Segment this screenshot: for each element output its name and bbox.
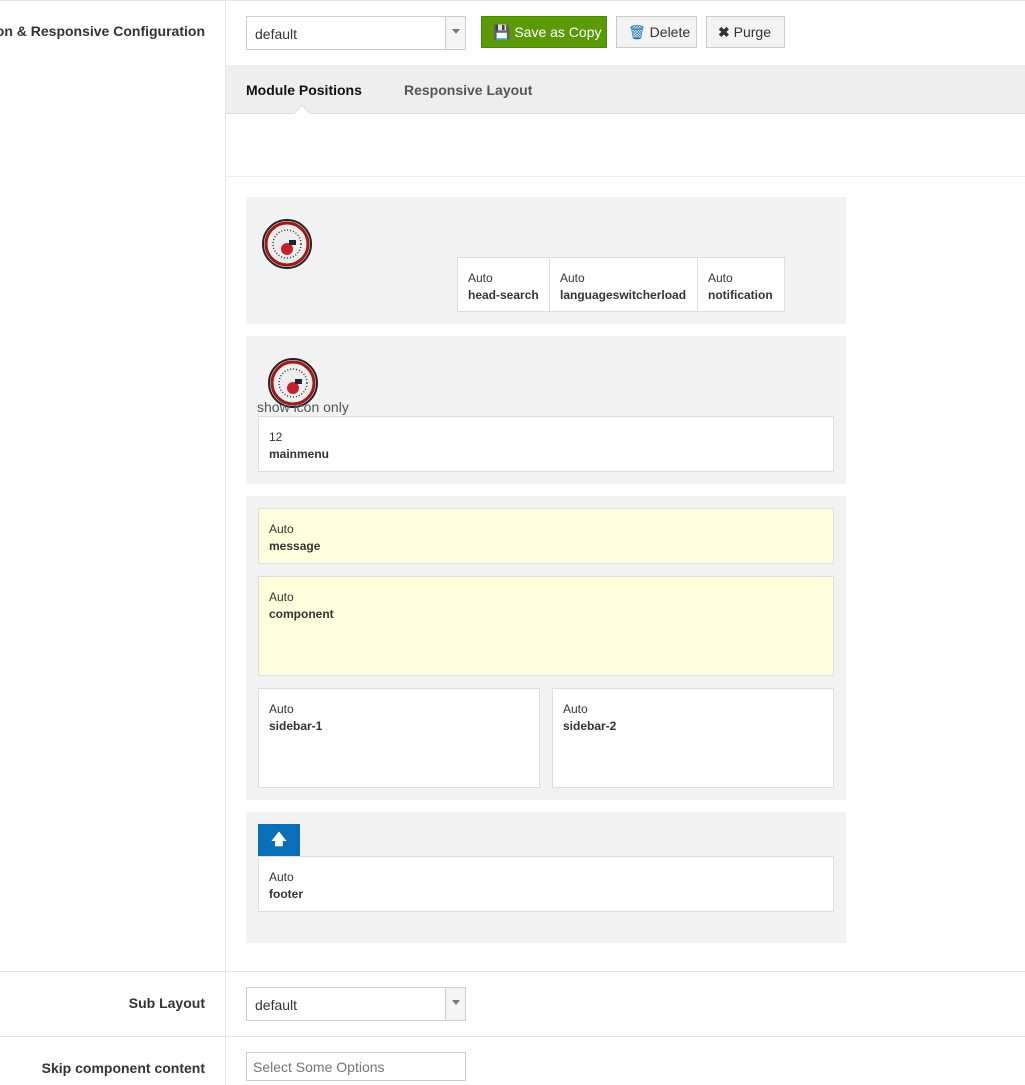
purge-label: Purge (733, 24, 771, 40)
purge-button[interactable]: ✖ Purge (706, 16, 785, 48)
delete-button[interactable]: 🗑 Delete (616, 16, 697, 48)
chevron-down-icon (445, 17, 465, 49)
sub-layout-label: Sub Layout (128, 995, 205, 1011)
divider (225, 0, 226, 1085)
position-name: footer (269, 887, 303, 901)
position-size: Auto (269, 590, 294, 604)
position-sidebar-1[interactable]: Auto sidebar-1 (258, 688, 540, 788)
sub-layout-select[interactable]: default (246, 987, 466, 1021)
position-name: notification (708, 288, 773, 302)
divider (0, 0, 1025, 1)
position-name: head-search (468, 288, 539, 302)
skip-component-input[interactable] (246, 1052, 466, 1081)
save-icon: 💾 (493, 24, 511, 40)
position-size: 12 (269, 430, 283, 444)
back-to-top-arrow-up-icon[interactable]: 🡅 (258, 824, 300, 856)
position-name: languageswitcherload (560, 288, 687, 302)
position-size: Auto (708, 271, 733, 285)
tab-module-positions[interactable]: Module Positions (246, 82, 362, 98)
config-label: on & Responsive Configuration (0, 23, 205, 39)
position-size: Auto (269, 702, 294, 716)
logo-seal-icon (262, 219, 312, 269)
skip-component-label: Skip component content (41, 1060, 205, 1076)
position-footer[interactable]: Auto footer (258, 856, 834, 912)
layout-select-value: default (255, 26, 298, 42)
position-component[interactable]: Auto component (258, 576, 834, 676)
position-size: Auto (269, 870, 294, 884)
divider (0, 971, 1025, 972)
header-section: Auto head-search Auto languageswitcherload… (246, 197, 846, 324)
position-name: sidebar-1 (269, 719, 323, 733)
divider (226, 176, 1025, 177)
tab-responsive-layout[interactable]: Responsive Layout (404, 82, 532, 98)
main-section: Auto message Auto component Auto sidebar-1 … (246, 496, 846, 800)
footer-section: 🡅 Auto footer (246, 812, 846, 943)
position-notification[interactable]: Auto notification (697, 257, 785, 312)
divider (0, 1036, 1025, 1037)
position-name: component (269, 607, 334, 621)
close-icon: ✖ (718, 24, 730, 40)
position-sidebar-2[interactable]: Auto sidebar-2 (552, 688, 834, 788)
position-name: sidebar-2 (563, 719, 617, 733)
position-head-search[interactable]: Auto head-search (457, 257, 550, 312)
save-as-copy-label: Save as Copy (514, 24, 602, 40)
sub-layout-value: default (255, 997, 298, 1013)
logo-alt-text: show icon only (257, 399, 349, 415)
position-name: mainmenu (269, 447, 330, 461)
chevron-down-icon (445, 988, 465, 1020)
tab-bar: Module Positions Responsive Layout (226, 65, 1025, 114)
position-size: Auto (560, 271, 585, 285)
position-message[interactable]: Auto message (258, 508, 834, 564)
trash-icon: 🗑 (628, 24, 646, 40)
navigation-section: show icon only 12 mainmenu (246, 336, 846, 484)
position-size: Auto (468, 271, 493, 285)
position-mainmenu[interactable]: 12 mainmenu (258, 416, 834, 472)
position-name: message (269, 539, 321, 553)
delete-label: Delete (649, 24, 691, 40)
position-size: Auto (563, 702, 588, 716)
save-as-copy-button[interactable]: 💾 Save as Copy (481, 16, 607, 48)
position-languageswitcherload[interactable]: Auto languageswitcherload (549, 257, 698, 312)
layout-select[interactable]: default (246, 16, 466, 50)
position-size: Auto (269, 522, 294, 536)
